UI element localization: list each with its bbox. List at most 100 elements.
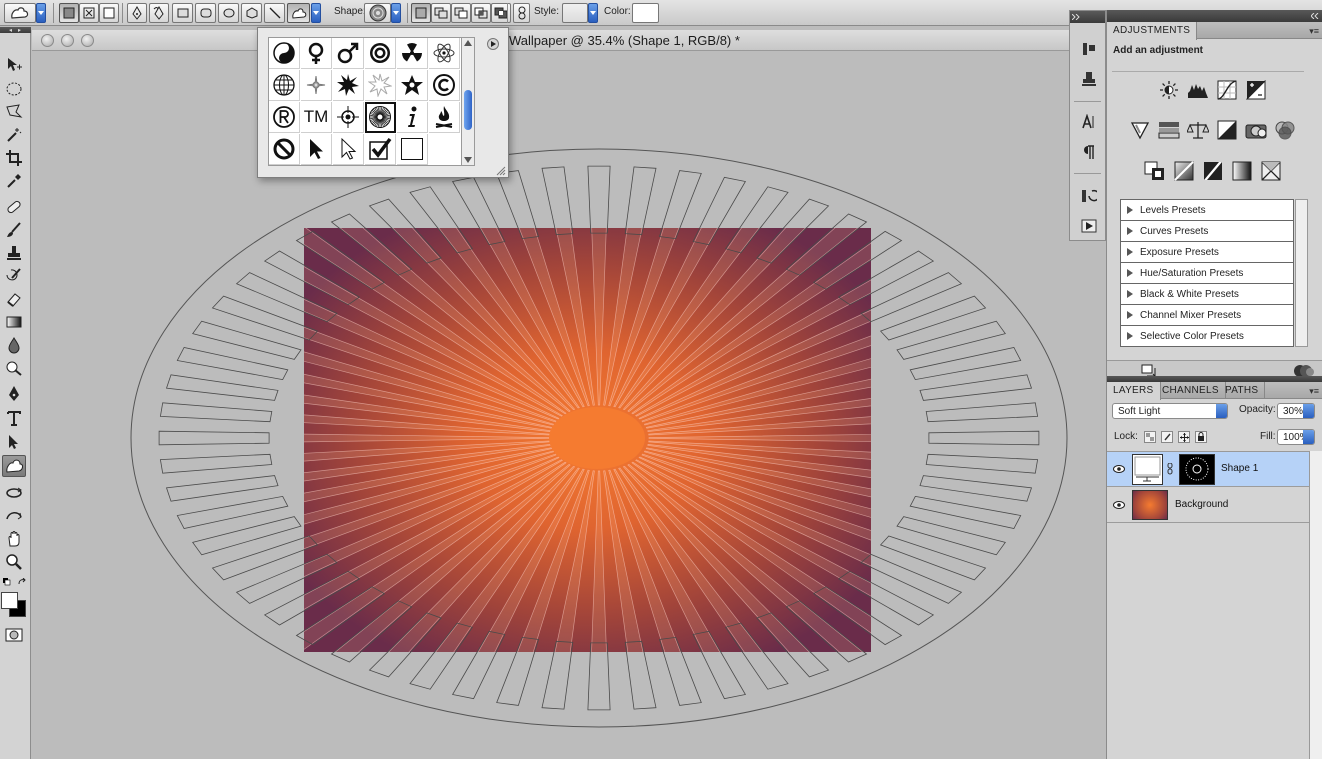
geometry-options-arrow[interactable] [311,3,321,23]
chevron-down-icon[interactable] [1303,430,1314,444]
shape-cell-cursor-arrow[interactable] [301,134,332,165]
elliptical-marquee-tool[interactable] [2,78,26,100]
collapse-icon[interactable] [9,29,21,32]
gradient-map-button[interactable] [1229,159,1255,183]
exclude-overlap-button[interactable] [491,3,511,23]
eye-icon[interactable] [1112,498,1126,512]
shape-cell-copyright[interactable] [429,70,460,101]
quick-mask-button[interactable] [2,624,26,646]
tab-layers[interactable]: LAYERS [1107,382,1161,400]
shape-cell-male-symbol[interactable] [333,38,364,69]
color-swatch[interactable] [632,3,659,23]
paragraph-dock-button[interactable] [1079,142,1099,162]
lock-image-pixels[interactable] [1161,431,1173,443]
brightness-contrast-button[interactable] [1156,78,1182,102]
posterize-button[interactable] [1171,159,1197,183]
panel-menu-icon[interactable]: ▾≡ [1309,386,1319,397]
lock-all[interactable] [1195,431,1207,443]
lock-position[interactable] [1178,431,1190,443]
canvas[interactable] [32,52,1104,759]
disclosure-triangle-icon[interactable] [1127,227,1133,235]
levels-button[interactable] [1185,78,1211,102]
invert-button[interactable] [1142,159,1168,183]
curves-button[interactable] [1214,78,1240,102]
pen-tool-button[interactable] [127,3,147,23]
layer-row-shape-1[interactable]: Shape 1 [1107,452,1309,487]
shape-picker-menu-button[interactable] [487,38,499,50]
custom-shape-tool[interactable] [2,455,26,477]
disclosure-triangle-icon[interactable] [1127,248,1133,256]
document-title-bar[interactable]: Wallpaper @ 35.4% (Shape 1, RGB/8) * [32,30,1104,51]
eyedropper-tool[interactable] [2,170,26,192]
shape-cell-cursor-arrow-outline[interactable] [333,134,364,165]
disclosure-triangle-icon[interactable] [1127,290,1133,298]
presets-scrollbar[interactable] [1295,199,1308,347]
type-tool[interactable] [2,407,26,429]
blend-mode-select[interactable]: Soft Light [1112,403,1228,419]
gradient-tool[interactable] [2,311,26,333]
shape-cell-burst[interactable] [333,70,364,101]
preset-item[interactable]: Curves Presets [1121,221,1293,242]
layers-scrollbar[interactable] [1309,451,1322,759]
preset-item[interactable]: Black & White Presets [1121,284,1293,305]
disclosure-triangle-icon[interactable] [1127,311,1133,319]
rounded-rectangle-tool-button[interactable] [195,3,216,23]
shape-picker-scrollbar[interactable] [461,37,475,166]
move-tool[interactable] [2,54,26,76]
pen-tool[interactable] [2,383,26,405]
hue-saturation-button[interactable] [1156,118,1182,142]
shape-cell-no-sign[interactable] [269,134,300,165]
tool-preset-picker[interactable] [4,3,36,23]
tool-preset-dropdown-arrow[interactable] [36,3,46,23]
freeform-pen-button[interactable] [149,3,169,23]
fill-input[interactable]: 100% [1277,429,1315,445]
selective-color-button[interactable] [1258,159,1284,183]
custom-shape-tool-button[interactable] [287,3,310,23]
expand-panels-icon[interactable] [1072,14,1080,20]
polygon-tool-button[interactable] [241,3,262,23]
rectangle-tool-button[interactable] [172,3,193,23]
line-tool-button[interactable] [264,3,285,23]
history-brush-tool[interactable] [2,265,26,287]
dodge-tool[interactable] [2,357,26,379]
brush-tool[interactable] [2,219,26,241]
shape-cell-globe[interactable] [269,70,300,101]
opacity-input[interactable]: 30% [1277,403,1315,419]
scroll-up-icon[interactable] [464,40,472,46]
collapse-panels-icon[interactable] [1311,13,1319,19]
fill-pixels-button[interactable] [99,3,119,23]
disclosure-triangle-icon[interactable] [1127,206,1133,214]
disclosure-triangle-icon[interactable] [1127,269,1133,277]
healing-brush-tool[interactable] [2,196,26,218]
shape-selector[interactable] [364,3,391,23]
tab-adjustments[interactable]: ADJUSTMENTS [1107,22,1198,40]
intersect-shape-area-button[interactable] [471,3,491,23]
exposure-button[interactable] [1243,78,1269,102]
shape-cell-info[interactable] [397,102,428,133]
shape-cell-atom[interactable] [429,38,460,69]
ellipse-tool-button[interactable] [218,3,239,23]
link-icon[interactable] [1167,463,1173,475]
actions-dock-button[interactable] [1079,216,1099,236]
eraser-tool[interactable] [2,288,26,310]
black-white-button[interactable] [1214,118,1240,142]
zoom-window-button[interactable] [81,34,94,47]
threshold-button[interactable] [1200,159,1226,183]
shape-cell-female-symbol[interactable] [301,38,332,69]
channel-mixer-button[interactable] [1272,118,1298,142]
shape-cell-blank-square[interactable] [397,134,428,165]
color-balance-button[interactable] [1185,118,1211,142]
shape-cell-burst-outline[interactable] [365,70,396,101]
lock-transparent-pixels[interactable] [1144,431,1156,443]
eye-icon[interactable] [1112,462,1126,476]
style-picker-arrow[interactable] [588,3,598,23]
resize-grip-icon[interactable] [496,166,506,176]
vector-mask-thumbnail[interactable] [1179,454,1215,485]
blur-tool[interactable] [2,334,26,356]
tab-channels[interactable]: CHANNELS [1156,382,1226,399]
paths-mode-button[interactable] [79,3,99,23]
link-style-button[interactable] [513,3,530,23]
minimize-window-button[interactable] [61,34,74,47]
photo-filter-button[interactable] [1243,118,1269,142]
shape-cell-trademark[interactable]: TM [301,102,332,133]
